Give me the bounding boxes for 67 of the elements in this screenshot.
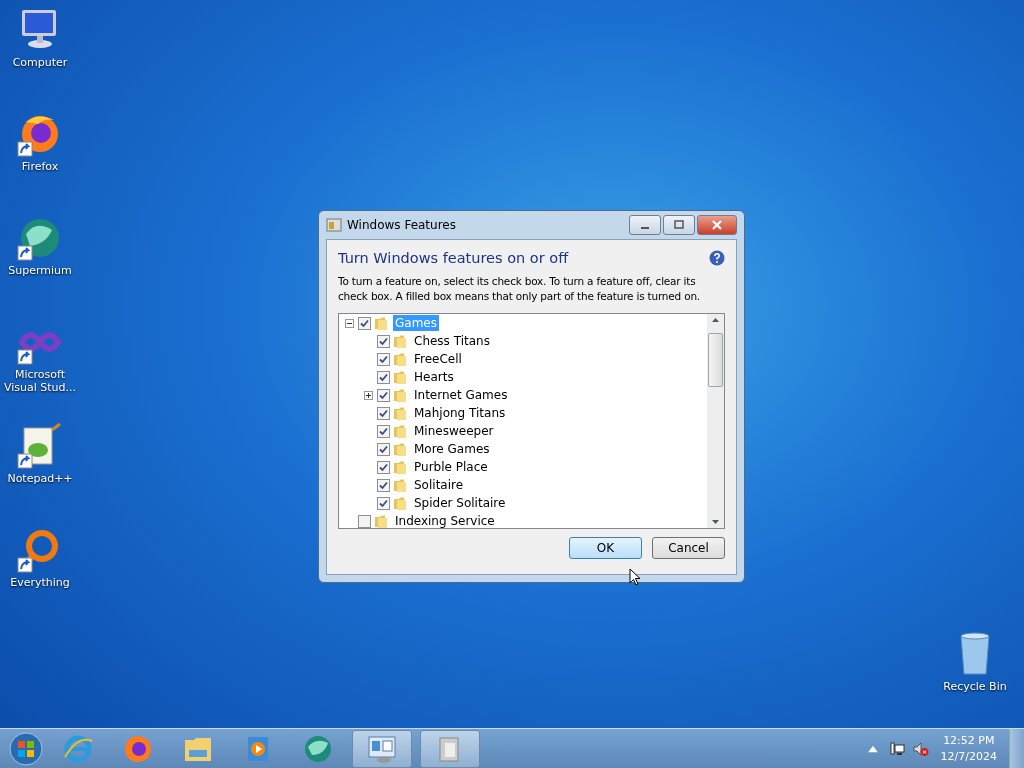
checkbox[interactable] [358, 316, 371, 330]
ok-button[interactable]: OK [569, 537, 642, 559]
tree-item[interactable]: Solitaire [412, 477, 466, 493]
control-panel-taskbar-button[interactable] [352, 729, 412, 768]
checkbox[interactable] [377, 334, 390, 348]
scroll-thumb[interactable] [708, 333, 723, 387]
folder-icon [393, 369, 409, 385]
minimize-button[interactable] [629, 215, 661, 235]
tree-item[interactable]: Indexing Service [393, 513, 497, 528]
tree-item[interactable]: Hearts [412, 369, 456, 385]
checkbox[interactable] [377, 496, 390, 510]
desktop-icon-label[interactable]: Firefox [21, 160, 59, 173]
checkbox[interactable] [377, 352, 390, 366]
folder-icon [393, 459, 409, 475]
help-icon[interactable] [709, 250, 725, 266]
folder-icon [393, 405, 409, 421]
minimize-icon [641, 227, 649, 229]
cancel-button[interactable]: Cancel [652, 537, 725, 559]
folder-icon [393, 387, 409, 403]
close-button[interactable] [697, 215, 737, 235]
folder-icon [393, 441, 409, 457]
folder-icon [393, 423, 409, 439]
desktop-icon-label[interactable]: Recycle Bin [943, 680, 1007, 693]
tree-item[interactable]: Internet Games [412, 387, 510, 403]
checkbox[interactable] [377, 442, 390, 456]
expand-icon[interactable] [364, 390, 373, 400]
scroll-up-icon[interactable] [711, 317, 720, 323]
maximize-icon [673, 219, 685, 231]
checkbox[interactable] [377, 388, 390, 402]
checkbox[interactable] [377, 478, 390, 492]
start-button[interactable] [8, 730, 44, 767]
features-taskbar-button[interactable] [420, 729, 480, 768]
checkbox[interactable] [377, 460, 390, 474]
mouse-pointer-icon [629, 568, 641, 586]
folder-icon [374, 315, 390, 331]
collapse-icon[interactable] [345, 318, 354, 328]
tree-item[interactable]: Spider Solitaire [412, 495, 508, 511]
checkbox[interactable] [358, 514, 371, 528]
tree-item[interactable]: Chess Titans [412, 333, 492, 349]
window-title: Windows Features [347, 218, 456, 232]
checkbox[interactable] [377, 424, 390, 438]
network-icon[interactable] [888, 740, 905, 757]
desktop-icon-label[interactable]: Everything [10, 576, 70, 589]
checkbox[interactable] [377, 370, 390, 384]
tree-item[interactable]: More Games [412, 441, 492, 457]
folder-icon [393, 351, 409, 367]
desktop-icon-label[interactable]: Notepad++ [7, 472, 73, 485]
dialog-heading: Turn Windows features on or off [338, 250, 569, 266]
folder-icon [393, 495, 409, 511]
desktop-icon-label[interactable]: Computer [12, 56, 68, 69]
window-app-icon [326, 217, 342, 233]
scroll-down-icon[interactable] [711, 519, 720, 525]
desktop-icon-label[interactable]: Supermium [8, 264, 72, 277]
desktop-icon-label[interactable]: Microsoft Visual Stud... [0, 368, 80, 394]
folder-icon [393, 477, 409, 493]
maximize-button[interactable] [663, 215, 695, 235]
tree-item[interactable]: Minesweeper [412, 423, 496, 439]
instructions-text: To turn a feature on, select its check box. To turn a feature off, clear its check box. A filled box means that only part of the feature is turned on. [338, 274, 701, 304]
tree-item[interactable]: Purble Place [412, 459, 490, 475]
tree-item[interactable]: FreeCell [412, 351, 464, 367]
scrollbar[interactable] [707, 314, 724, 528]
folder-icon [393, 333, 409, 349]
checkbox[interactable] [377, 406, 390, 420]
close-icon [711, 219, 723, 231]
muted-speaker-icon[interactable] [912, 740, 929, 757]
folder-icon [374, 513, 390, 528]
tree-item[interactable]: Mahjong Titans [412, 405, 508, 421]
